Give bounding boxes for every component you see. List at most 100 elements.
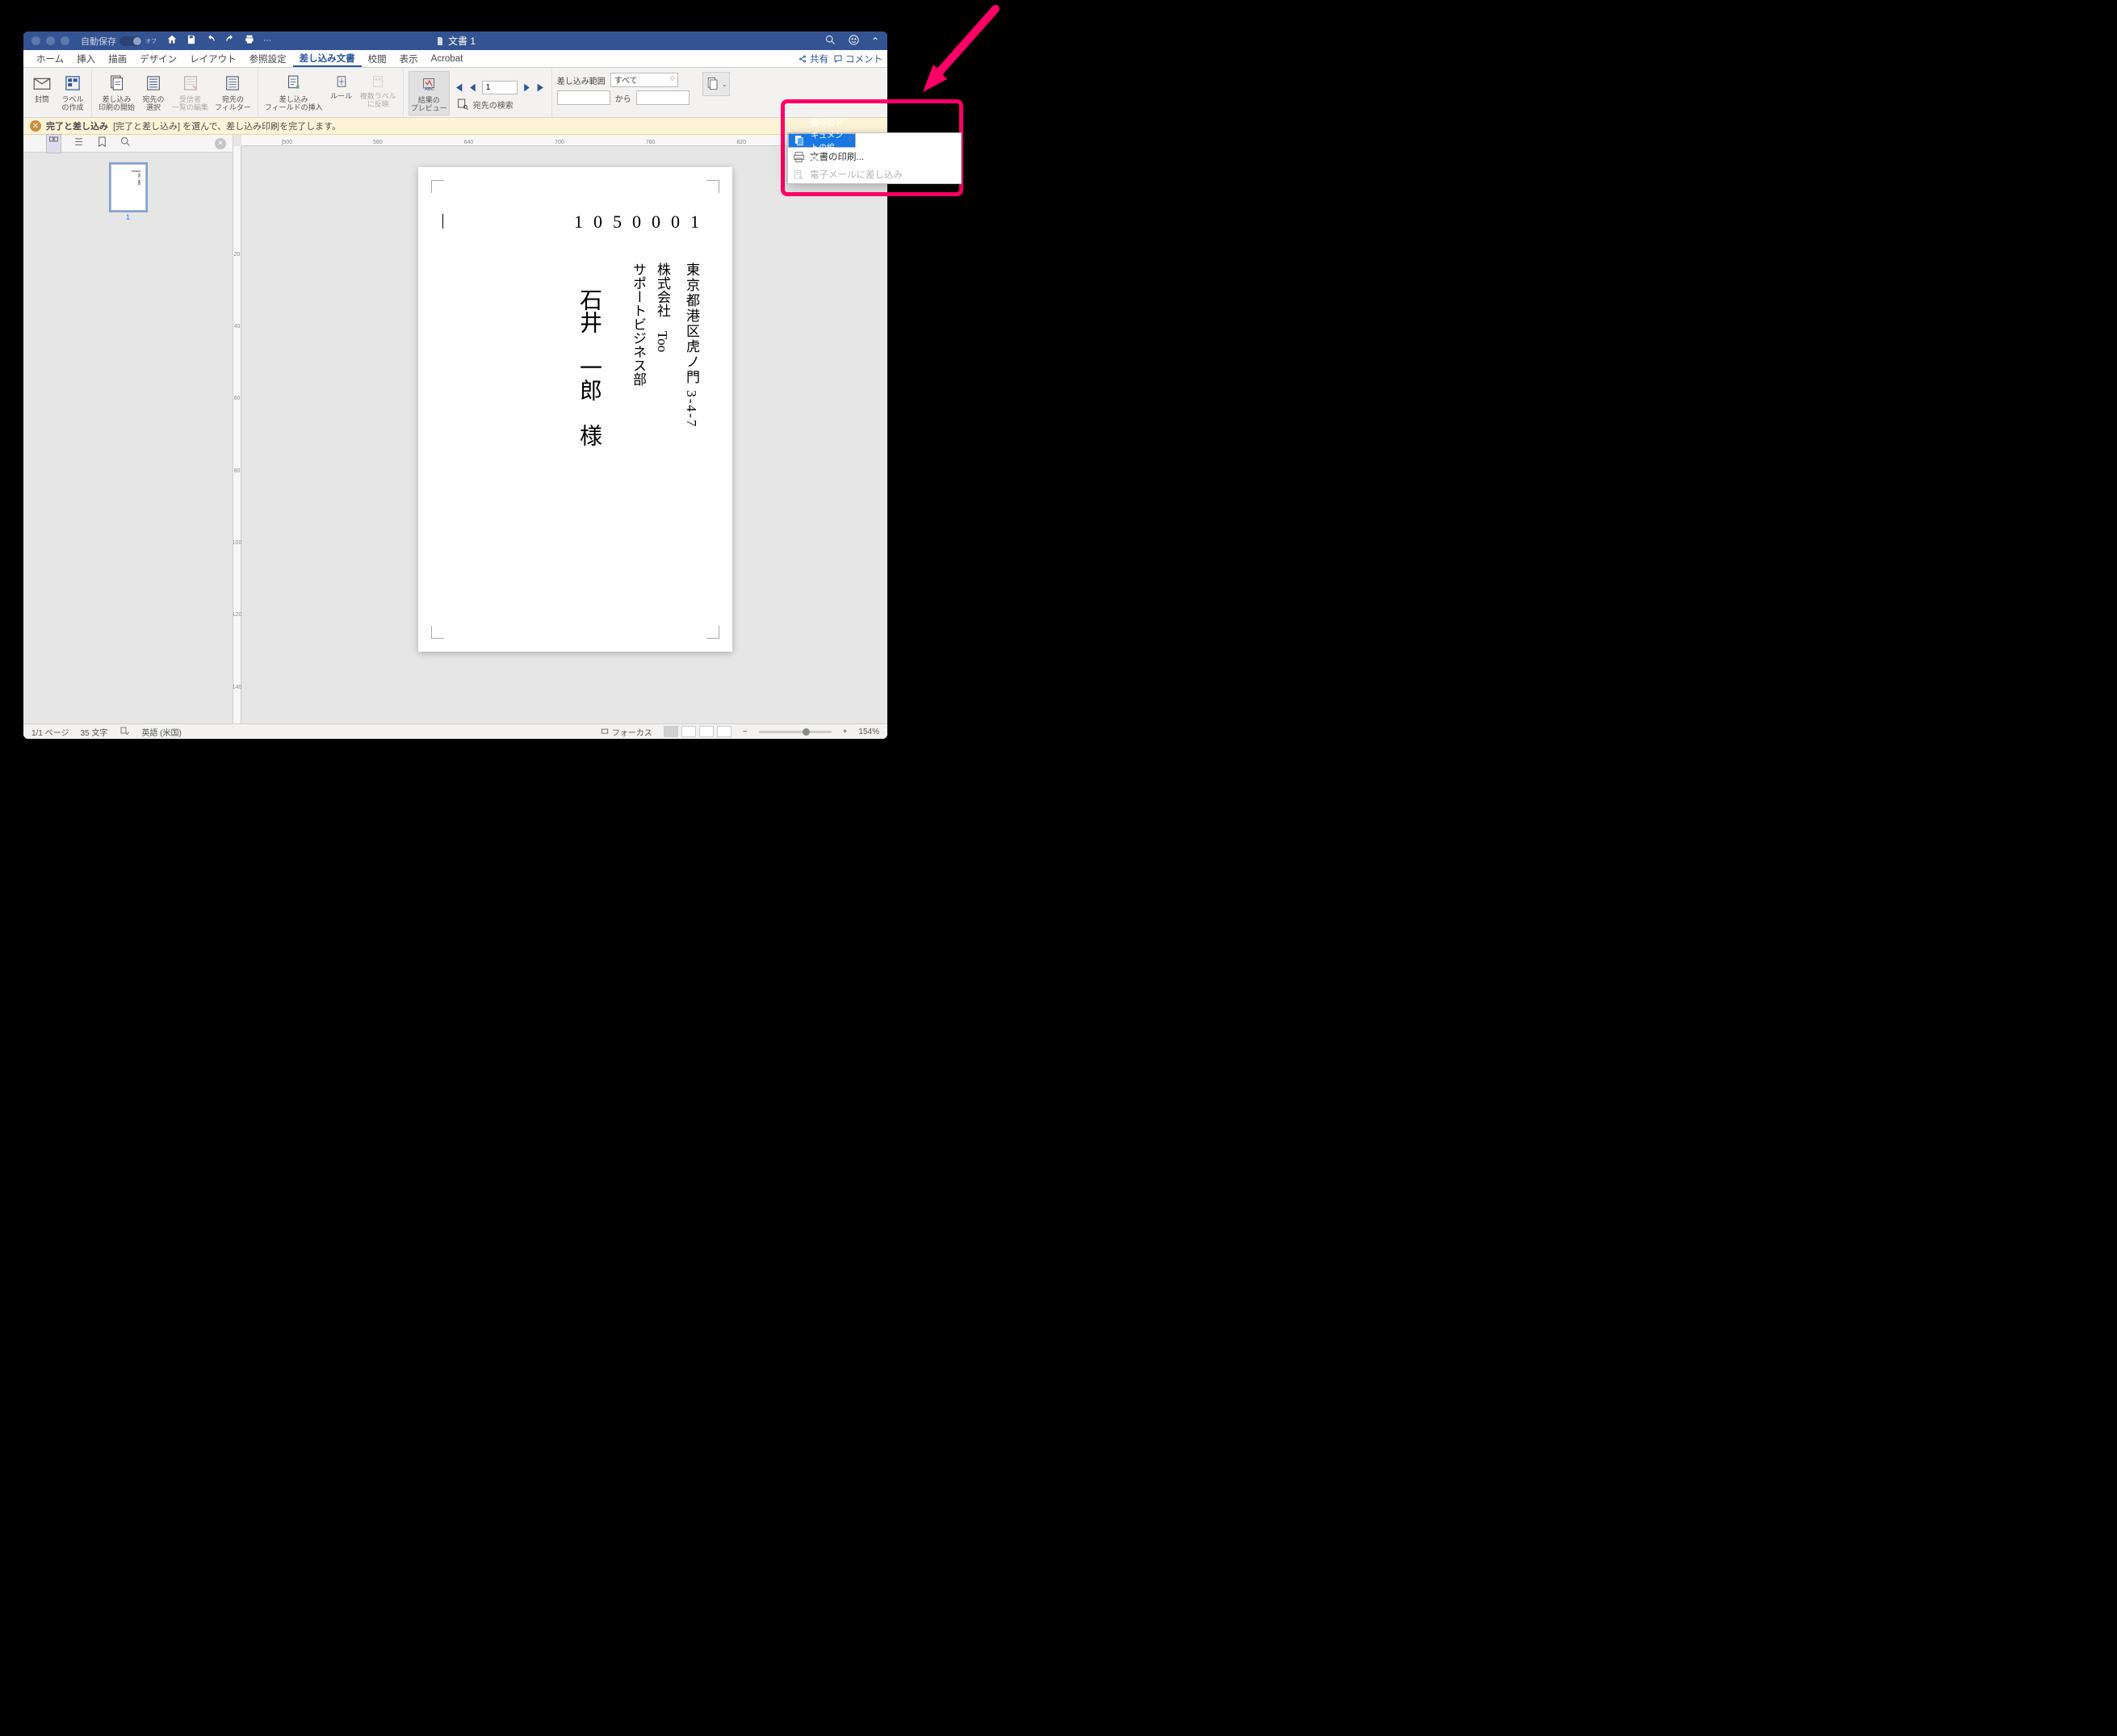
- focus-mode-button[interactable]: フォーカス: [600, 726, 652, 738]
- edit-recipients-button: 受信者 一覧の編集: [170, 71, 210, 114]
- thumbnail-page-number: 1: [111, 213, 146, 221]
- thumbnails-icon[interactable]: [46, 134, 61, 153]
- envelope-button[interactable]: 封筒: [28, 71, 56, 105]
- page-count-status[interactable]: 1/1 ページ: [31, 726, 69, 738]
- update-labels-button: 複数ラベル に反映: [358, 71, 398, 111]
- select-recipients-button[interactable]: 宛先の 選択: [140, 71, 167, 114]
- document-canvas[interactable]: |500580640700760820| 20406080100120140 1…: [233, 135, 887, 723]
- tab-design[interactable]: デザイン: [133, 50, 183, 67]
- language-status[interactable]: 英語 (米国): [141, 726, 181, 738]
- close-window-button[interactable]: [31, 36, 40, 45]
- finish-merge-icon: [705, 76, 721, 92]
- margin-corner: [431, 626, 444, 639]
- documents-icon: [794, 135, 806, 147]
- search-pane-icon[interactable]: [119, 136, 132, 152]
- sidebar-toolbar: ✕: [23, 135, 233, 153]
- department-text: サポートビジネス部: [631, 262, 645, 386]
- message-text: [完了と差し込み] を選んで、差し込み印刷を完了します。: [113, 120, 341, 132]
- preview-results-button[interactable]: ABC結果の プレビュー: [409, 71, 450, 115]
- zoom-window-button[interactable]: [61, 36, 69, 45]
- draft-view-icon[interactable]: [717, 726, 732, 737]
- share-button[interactable]: 共有: [798, 52, 828, 65]
- titlebar-right: ⌃: [824, 34, 879, 48]
- autosave-state: オフ: [145, 37, 157, 45]
- rules-button[interactable]: ルール: [328, 71, 355, 102]
- print-layout-view-icon[interactable]: [664, 726, 678, 737]
- undo-icon[interactable]: [205, 34, 216, 48]
- titlebar: 自動保存 オフ ⋯ 文書 1 ⌃: [23, 31, 887, 50]
- page-thumbnail[interactable]: 1050001石井一郎様 1: [111, 164, 146, 221]
- margin-corner: [706, 180, 719, 193]
- tab-layout[interactable]: レイアウト: [183, 50, 243, 67]
- bookmark-icon[interactable]: [96, 136, 108, 152]
- status-bar: 1/1 ページ 35 文字 英語 (米国) フォーカス − + 154%: [23, 723, 887, 739]
- account-icon[interactable]: [848, 34, 860, 48]
- close-sidebar-icon[interactable]: ✕: [215, 138, 226, 149]
- outline-view-icon[interactable]: [699, 726, 714, 737]
- range-from-input[interactable]: [557, 90, 610, 105]
- home-icon[interactable]: [166, 34, 178, 48]
- vertical-ruler: 20406080100120140: [233, 146, 241, 723]
- comments-button[interactable]: コメント: [833, 52, 882, 65]
- minimize-window-button[interactable]: [46, 36, 55, 45]
- document-page[interactable]: 1050001 東京都港区虎ノ門 3-4-7 株式会社 Too サポートビジネス…: [418, 167, 732, 652]
- autosave-toggle[interactable]: 自動保存 オフ: [81, 35, 157, 48]
- finish-merge-button[interactable]: ⌄: [702, 72, 730, 96]
- tab-mailings[interactable]: 差し込み文書: [293, 50, 362, 67]
- zoom-out-icon[interactable]: −: [743, 728, 748, 736]
- tab-view[interactable]: 表示: [393, 50, 425, 67]
- tab-acrobat[interactable]: Acrobat: [425, 50, 470, 67]
- customize-icon[interactable]: ⋯: [263, 36, 271, 45]
- record-number-input[interactable]: [482, 81, 518, 94]
- zoom-slider[interactable]: [759, 731, 832, 733]
- prev-record-icon[interactable]: [467, 82, 478, 93]
- next-record-icon[interactable]: [522, 82, 532, 93]
- save-icon[interactable]: [186, 34, 197, 48]
- message-title: 完了と差し込み: [46, 120, 108, 132]
- labels-button[interactable]: ラベル の作成: [59, 71, 86, 114]
- recipient-name-text: 石井 一郎 様: [577, 288, 600, 447]
- tab-draw[interactable]: 描画: [102, 50, 133, 67]
- start-merge-button[interactable]: 差し込み 印刷の開始: [97, 71, 136, 114]
- web-layout-view-icon[interactable]: [681, 726, 696, 737]
- edit-individual-documents-item[interactable]: 個々のドキュメントの編集...: [788, 133, 856, 148]
- zoom-level[interactable]: 154%: [858, 728, 879, 736]
- address-text: 東京都港区虎ノ門 3-4-7: [685, 262, 698, 428]
- send-email-messages-item: 電子メールに差し込み: [788, 166, 961, 183]
- filter-recipients-button[interactable]: 宛先の フィルター: [213, 71, 253, 114]
- tab-references[interactable]: 参照設定: [243, 50, 293, 67]
- first-record-icon[interactable]: [453, 82, 463, 93]
- dismiss-message-icon[interactable]: ✕: [30, 120, 41, 132]
- message-bar: ✕ 完了と差し込み [完了と差し込み] を選んで、差し込み印刷を完了します。: [23, 118, 887, 135]
- expand-icon[interactable]: ⌃: [871, 36, 879, 47]
- tab-home[interactable]: ホーム: [30, 50, 70, 67]
- toggle-switch[interactable]: [119, 36, 142, 46]
- ribbon-tabs: ホーム 挿入 描画 デザイン レイアウト 参照設定 差し込み文書 校閲 表示 A…: [23, 50, 887, 68]
- redo-icon[interactable]: [224, 34, 236, 48]
- printer-icon: [793, 151, 805, 163]
- search-icon[interactable]: [824, 34, 836, 48]
- print-icon[interactable]: [244, 34, 255, 48]
- company-text: 株式会社 Too: [656, 262, 669, 352]
- tab-review[interactable]: 校閲: [362, 50, 393, 67]
- margin-corner: [431, 180, 444, 193]
- spellcheck-icon[interactable]: [119, 726, 130, 738]
- navigation-pane: ✕ 1050001石井一郎様 1: [23, 135, 233, 723]
- zip-code-text: 1050001: [574, 212, 710, 233]
- tab-insert[interactable]: 挿入: [70, 50, 102, 67]
- range-select[interactable]: すべて: [610, 73, 678, 87]
- text-cursor: [442, 214, 443, 229]
- margin-corner: [706, 626, 719, 639]
- range-label: 差し込み範囲: [557, 74, 606, 86]
- autosave-label: 自動保存: [81, 35, 116, 48]
- range-to-input[interactable]: [636, 90, 690, 105]
- last-record-icon[interactable]: [536, 82, 547, 93]
- annotation-arrow: [903, 5, 1000, 106]
- merge-range-group: 差し込み範囲 すべて から: [552, 68, 694, 117]
- record-navigation: [453, 73, 547, 94]
- find-recipient-button[interactable]: 宛先の検索: [453, 96, 547, 112]
- insert-field-button[interactable]: 差し込み フィールドの挿入: [263, 71, 325, 114]
- zoom-in-icon[interactable]: +: [843, 728, 848, 736]
- outline-icon[interactable]: [73, 136, 85, 152]
- word-count-status[interactable]: 35 文字: [80, 726, 107, 738]
